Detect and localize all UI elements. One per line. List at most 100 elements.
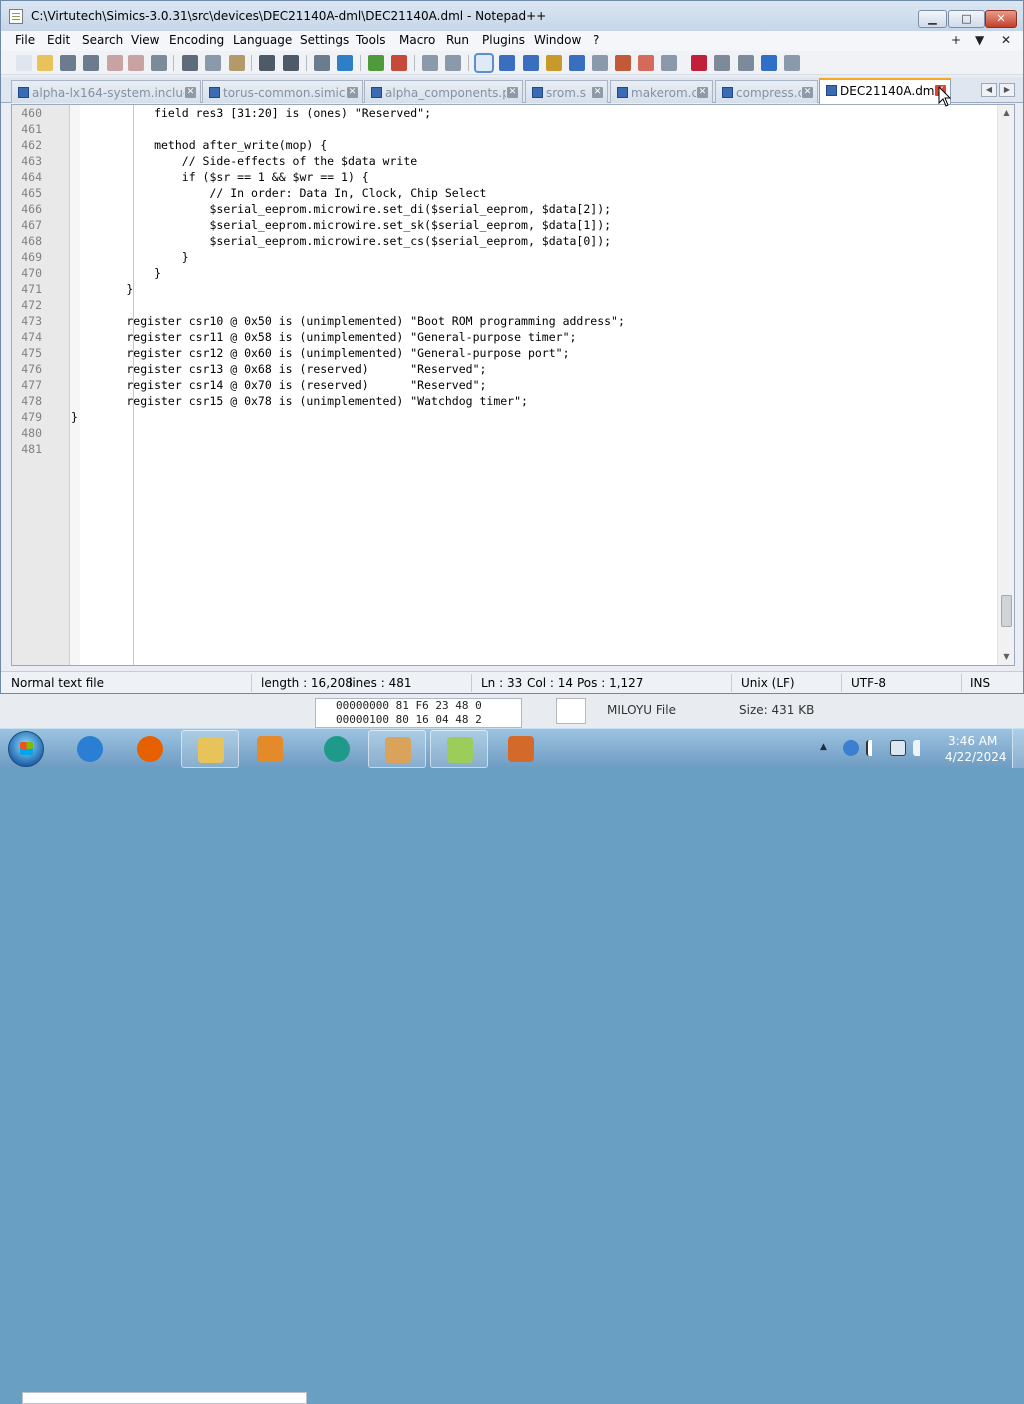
line-text[interactable]: method after_write(mop) { [71,137,327,153]
tab-srom-s[interactable]: srom.s ✕ [525,80,608,103]
code-line[interactable]: 471 } [12,281,1002,297]
line-text[interactable]: register csr11 @ 0x58 is (unimplemented)… [71,329,576,345]
tab-close-icon[interactable]: ✕ [802,87,813,98]
find-icon[interactable] [314,55,330,71]
line-text[interactable]: field res3 [31:20] is (ones) "Reserved"; [71,105,431,121]
file-explorer-taskbar-button[interactable] [181,730,239,768]
menu-macro[interactable]: Macro [399,33,435,47]
menu-file[interactable]: File [15,33,35,47]
line-text[interactable]: $serial_eeprom.microwire.set_di($serial_… [71,201,611,217]
code-line[interactable]: 460 field res3 [31:20] is (ones) "Reserv… [12,105,1002,121]
internet-explorer-taskbar-button[interactable] [61,730,119,768]
close-all-icon[interactable] [128,55,144,71]
line-text[interactable]: } [71,281,133,297]
tab-close-icon[interactable]: ✕ [507,87,518,98]
flag-icon[interactable] [866,740,882,756]
line-text[interactable]: } [71,265,161,281]
new-file-icon[interactable] [16,55,32,71]
redo-icon[interactable] [283,55,299,71]
tab-list-dropdown[interactable]: ▼ [975,33,984,47]
menu-edit[interactable]: Edit [47,33,70,47]
tab-scroll-right-button[interactable]: ▶ [999,83,1015,97]
line-text[interactable]: } [71,249,189,265]
code-line[interactable]: 481 [12,441,1002,457]
code-line[interactable]: 472 [12,297,1002,313]
tray-expand-icon[interactable]: ▲ [820,742,830,752]
cut-icon[interactable] [182,55,198,71]
tab-alpha-components-py[interactable]: alpha_components.py ✕ [364,80,523,103]
line-text[interactable]: register csr12 @ 0x60 is (unimplemented)… [71,345,569,361]
code-line[interactable]: 463 // Side-effects of the $data write [12,153,1002,169]
new-tab-button[interactable]: + [951,33,961,47]
undo-icon[interactable] [259,55,275,71]
close-doc-button[interactable]: ✕ [1001,33,1011,47]
hxd-taskbar-button[interactable] [492,730,550,768]
print-icon[interactable] [151,55,167,71]
line-text[interactable]: register csr13 @ 0x68 is (reserved) "Res… [71,361,486,377]
stop-macro-icon[interactable] [714,55,730,71]
code-line[interactable]: 473 register csr10 @ 0x50 is (unimplemen… [12,313,1002,329]
minimize-button[interactable]: ▁ [918,10,947,28]
play-macro-icon[interactable] [738,55,754,71]
code-line[interactable]: 470 } [12,265,1002,281]
code-editor[interactable]: 460 field res3 [31:20] is (ones) "Reserv… [11,104,1015,666]
code-line[interactable]: 468 $serial_eeprom.microwire.set_cs($ser… [12,233,1002,249]
udl-icon[interactable] [546,55,562,71]
save-macro-icon[interactable] [784,55,800,71]
sync-vertical-icon[interactable] [422,55,438,71]
show-desktop-button[interactable] [1012,729,1024,768]
line-text[interactable]: register csr15 @ 0x78 is (unimplemented)… [71,393,528,409]
monitoring-icon[interactable] [661,55,677,71]
code-line[interactable]: 480 [12,425,1002,441]
line-text[interactable]: register csr14 @ 0x70 is (reserved) "Res… [71,377,486,393]
run-macro-multiple-icon[interactable] [761,55,777,71]
network-icon[interactable] [890,740,906,756]
scroll-down-arrow[interactable]: ▼ [998,649,1014,665]
code-line[interactable]: 466 $serial_eeprom.microwire.set_di($ser… [12,201,1002,217]
line-text[interactable]: } [71,409,78,425]
tab-close-icon[interactable]: ✕ [592,87,603,98]
media-player-taskbar-button[interactable] [241,730,299,768]
menu-settings[interactable]: Settings [300,33,349,47]
line-text[interactable]: // In order: Data In, Clock, Chip Select [71,185,486,201]
menu-window[interactable]: Window [534,33,581,47]
replace-icon[interactable] [337,55,353,71]
zoom-in-icon[interactable] [368,55,384,71]
sync-horizontal-icon[interactable] [445,55,461,71]
menu-language[interactable]: Language [233,33,292,47]
code-line[interactable]: 475 register csr12 @ 0x60 is (unimplemen… [12,345,1002,361]
menu-encoding[interactable]: Encoding [169,33,224,47]
code-line[interactable]: 474 register csr11 @ 0x58 is (unimplemen… [12,329,1002,345]
paste-icon[interactable] [229,55,245,71]
vertical-scrollbar[interactable]: ▲ ▼ [997,105,1014,665]
menu-help[interactable]: ? [593,33,599,47]
volume-icon[interactable] [913,740,929,756]
save-all-icon[interactable] [83,55,99,71]
close-window-button[interactable]: ✕ [985,10,1017,28]
tab-close-icon[interactable]: ✕ [347,87,358,98]
doc-map-icon[interactable] [569,55,585,71]
code-line[interactable]: 467 $serial_eeprom.microwire.set_sk($ser… [12,217,1002,233]
word-wrap-icon[interactable] [474,53,494,73]
code-line[interactable]: 478 register csr15 @ 0x78 is (unimplemen… [12,393,1002,409]
clock-time[interactable]: 3:46 AM [948,734,997,748]
tab-close-icon[interactable]: ✕ [697,87,708,98]
close-icon[interactable] [107,55,123,71]
line-text[interactable]: if ($sr == 1 && $wr == 1) { [71,169,369,185]
code-line[interactable]: 476 register csr13 @ 0x68 is (reserved) … [12,361,1002,377]
save-icon[interactable] [60,55,76,71]
hex-editor-preview[interactable]: 00000000 81 F6 23 48 0 00000100 80 16 04… [315,698,522,728]
show-all-chars-icon[interactable] [499,55,515,71]
app-green-taskbar-button[interactable] [308,730,366,768]
record-macro-icon[interactable] [691,55,707,71]
menu-tools[interactable]: Tools [356,33,386,47]
copy-icon[interactable] [205,55,221,71]
line-text[interactable]: $serial_eeprom.microwire.set_sk($serial_… [71,217,611,233]
tab-torus-common-simics[interactable]: torus-common.simics ✕ [202,80,363,103]
code-line[interactable]: 464 if ($sr == 1 && $wr == 1) { [12,169,1002,185]
zoom-out-icon[interactable] [391,55,407,71]
scroll-thumb[interactable] [1001,595,1012,627]
line-text[interactable]: // Side-effects of the $data write [71,153,417,169]
menu-search[interactable]: Search [82,33,123,47]
open-file-icon[interactable] [37,55,53,71]
